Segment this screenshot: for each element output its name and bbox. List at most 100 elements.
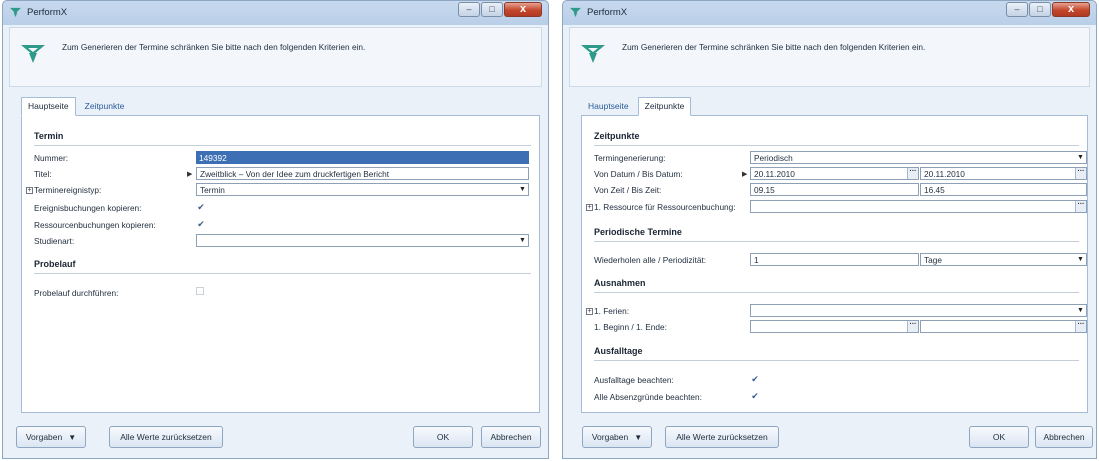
minimize-button[interactable]: – bbox=[458, 2, 480, 17]
reset-all-button[interactable]: Alle Werte zurücksetzen bbox=[665, 426, 779, 448]
window-title: PerformX bbox=[587, 7, 628, 18]
ellipsis-picker-icon[interactable]: ··· bbox=[907, 321, 918, 332]
header-instruction: Zum Generieren der Termine schränken Sie… bbox=[62, 42, 366, 52]
von-datum-input[interactable]: 20.11.2010 ··· bbox=[750, 167, 919, 180]
vorgaben-label: Vorgaben bbox=[25, 432, 63, 442]
periodizitaet-value: Tage bbox=[924, 255, 942, 265]
ok-button[interactable]: OK bbox=[969, 426, 1029, 448]
title-bar[interactable]: PerformX – □ x bbox=[563, 1, 1096, 25]
termingenerierung-value: Periodisch bbox=[754, 153, 793, 163]
periodizitaet-select[interactable]: Tage ▼ bbox=[920, 253, 1087, 266]
titel-label: Titel: bbox=[34, 169, 52, 179]
wiederholen-input[interactable]: 1 bbox=[750, 253, 919, 266]
window-title: PerformX bbox=[27, 7, 68, 18]
termingenerierung-label: Termingenerierung: bbox=[594, 153, 666, 163]
terminereignistyp-label-text: Terminereignistyp: bbox=[34, 185, 102, 195]
expand-icon[interactable]: + bbox=[586, 204, 593, 212]
studienart-label: Studienart: bbox=[34, 236, 75, 246]
studienart-select[interactable]: ▼ bbox=[196, 234, 529, 247]
expand-icon[interactable]: + bbox=[26, 187, 33, 195]
tab-area: Hauptseite Zeitpunkte Zeitpunkte Terming… bbox=[581, 97, 1088, 413]
tab-strip: Hauptseite Zeitpunkte bbox=[21, 97, 132, 116]
ellipsis-picker-icon[interactable]: ··· bbox=[907, 168, 918, 179]
cancel-button[interactable]: Abbrechen bbox=[1035, 426, 1093, 448]
beginn-input[interactable]: ··· bbox=[750, 320, 919, 333]
nummer-input[interactable]: 149392 bbox=[196, 151, 529, 164]
wiederholen-label: Wiederholen alle / Periodizität: bbox=[594, 255, 707, 265]
ferien-label-text: 1. Ferien: bbox=[594, 306, 630, 316]
absenzgruende-checkbox[interactable]: ✔ bbox=[750, 391, 760, 401]
vorgaben-dropdown-button[interactable]: Vorgaben ▼ bbox=[16, 426, 86, 448]
close-button[interactable]: x bbox=[504, 2, 542, 17]
performx-logo-icon bbox=[570, 7, 581, 18]
titel-input[interactable]: Zweitblick – Von der Idee zum druckferti… bbox=[196, 167, 529, 180]
ok-button[interactable]: OK bbox=[413, 426, 473, 448]
von-zeit-label: Von Zeit / Bis Zeit: bbox=[594, 185, 662, 195]
maximize-button[interactable]: □ bbox=[481, 2, 503, 17]
ressourcenbuchungen-checkbox[interactable]: ✔ bbox=[196, 219, 206, 229]
von-datum-label: Von Datum / Bis Datum: bbox=[594, 169, 683, 179]
performx-logo-icon bbox=[581, 45, 605, 63]
window-controls: – □ x bbox=[458, 2, 542, 17]
section-divider bbox=[34, 145, 531, 146]
minimize-button[interactable]: – bbox=[1006, 2, 1028, 17]
cancel-button[interactable]: Abbrechen bbox=[481, 426, 541, 448]
caret-down-icon: ▼ bbox=[634, 432, 643, 442]
section-divider bbox=[594, 145, 1079, 146]
ferien-label: +1. Ferien: bbox=[586, 306, 629, 316]
chevron-down-icon[interactable]: ▼ bbox=[1075, 152, 1086, 163]
section-title-probelauf: Probelauf bbox=[34, 259, 76, 269]
ellipsis-picker-icon[interactable]: ··· bbox=[1075, 321, 1086, 332]
nummer-label: Nummer: bbox=[34, 153, 69, 163]
tab-hauptseite[interactable]: Hauptseite bbox=[581, 97, 636, 115]
ferien-select[interactable]: ▼ bbox=[750, 304, 1087, 317]
terminereignistyp-value: Termin bbox=[200, 185, 225, 195]
ressourcenbuchungen-label: Ressourcenbuchungen kopieren: bbox=[34, 220, 156, 230]
reset-all-button[interactable]: Alle Werte zurücksetzen bbox=[109, 426, 223, 448]
dialog-header: Zum Generieren der Termine schränken Sie… bbox=[9, 27, 542, 87]
bis-datum-input[interactable]: 20.11.2010 ··· bbox=[920, 167, 1087, 180]
ereignisbuchungen-checkbox[interactable]: ✔ bbox=[196, 202, 206, 212]
terminereignistyp-select[interactable]: Termin ▼ bbox=[196, 183, 529, 196]
title-bar[interactable]: PerformX – □ x bbox=[3, 1, 548, 25]
ellipsis-picker-icon[interactable]: ··· bbox=[1075, 168, 1086, 179]
expand-icon[interactable]: + bbox=[586, 308, 593, 316]
header-instruction: Zum Generieren der Termine schränken Sie… bbox=[622, 42, 926, 52]
chevron-down-icon[interactable]: ▼ bbox=[1075, 305, 1086, 316]
section-title-zeitpunkte: Zeitpunkte bbox=[594, 131, 640, 141]
von-zeit-input[interactable]: 09.15 bbox=[750, 183, 919, 196]
tab-panel-hauptseite: Termin Nummer: 149392 Titel: ▶ Zweitblic… bbox=[21, 115, 540, 413]
window-controls: – □ x bbox=[1006, 2, 1090, 17]
vorgaben-label: Vorgaben bbox=[591, 432, 629, 442]
bis-datum-value: 20.11.2010 bbox=[924, 169, 965, 179]
tab-zeitpunkte[interactable]: Zeitpunkte bbox=[637, 97, 692, 116]
von-datum-value: 20.11.2010 bbox=[754, 169, 795, 179]
chevron-down-icon[interactable]: ▼ bbox=[517, 235, 528, 246]
section-title-termin: Termin bbox=[34, 131, 64, 141]
performx-logo-icon bbox=[10, 7, 21, 18]
termingenerierung-select[interactable]: Periodisch ▼ bbox=[750, 151, 1087, 164]
performx-window-times: PerformX – □ x Zum Generieren der Termin… bbox=[562, 0, 1097, 459]
ressource-label: +1. Ressource für Ressourcenbuchung: bbox=[586, 202, 736, 212]
probelauf-checkbox[interactable] bbox=[196, 287, 204, 295]
ende-input[interactable]: ··· bbox=[920, 320, 1087, 333]
probelauf-label: Probelauf durchführen: bbox=[34, 288, 119, 298]
ausfalltage-label: Ausfalltage beachten: bbox=[594, 375, 674, 385]
ellipsis-picker-icon[interactable]: ··· bbox=[1075, 201, 1086, 212]
close-button[interactable]: x bbox=[1052, 2, 1090, 17]
ressource-label-text: 1. Ressource für Ressourcenbuchung: bbox=[594, 202, 736, 212]
tab-strip: Hauptseite Zeitpunkte bbox=[581, 97, 692, 116]
tab-area: Hauptseite Zeitpunkte Termin Nummer: 149… bbox=[21, 97, 540, 413]
vorgaben-dropdown-button[interactable]: Vorgaben ▼ bbox=[582, 426, 652, 448]
ausfalltage-checkbox[interactable]: ✔ bbox=[750, 374, 760, 384]
chevron-down-icon[interactable]: ▼ bbox=[1075, 254, 1086, 265]
tab-hauptseite[interactable]: Hauptseite bbox=[21, 97, 76, 116]
chevron-down-icon[interactable]: ▼ bbox=[517, 184, 528, 195]
dialog-header: Zum Generieren der Termine schränken Sie… bbox=[569, 27, 1090, 87]
section-title-ausfalltage: Ausfalltage bbox=[594, 346, 643, 356]
maximize-button[interactable]: □ bbox=[1029, 2, 1051, 17]
ressource-input[interactable]: ··· bbox=[750, 200, 1087, 213]
tab-zeitpunkte[interactable]: Zeitpunkte bbox=[78, 97, 132, 115]
dialog-footer: Vorgaben ▼ Alle Werte zurücksetzen OK Abb… bbox=[9, 426, 542, 450]
bis-zeit-input[interactable]: 16.45 bbox=[920, 183, 1087, 196]
